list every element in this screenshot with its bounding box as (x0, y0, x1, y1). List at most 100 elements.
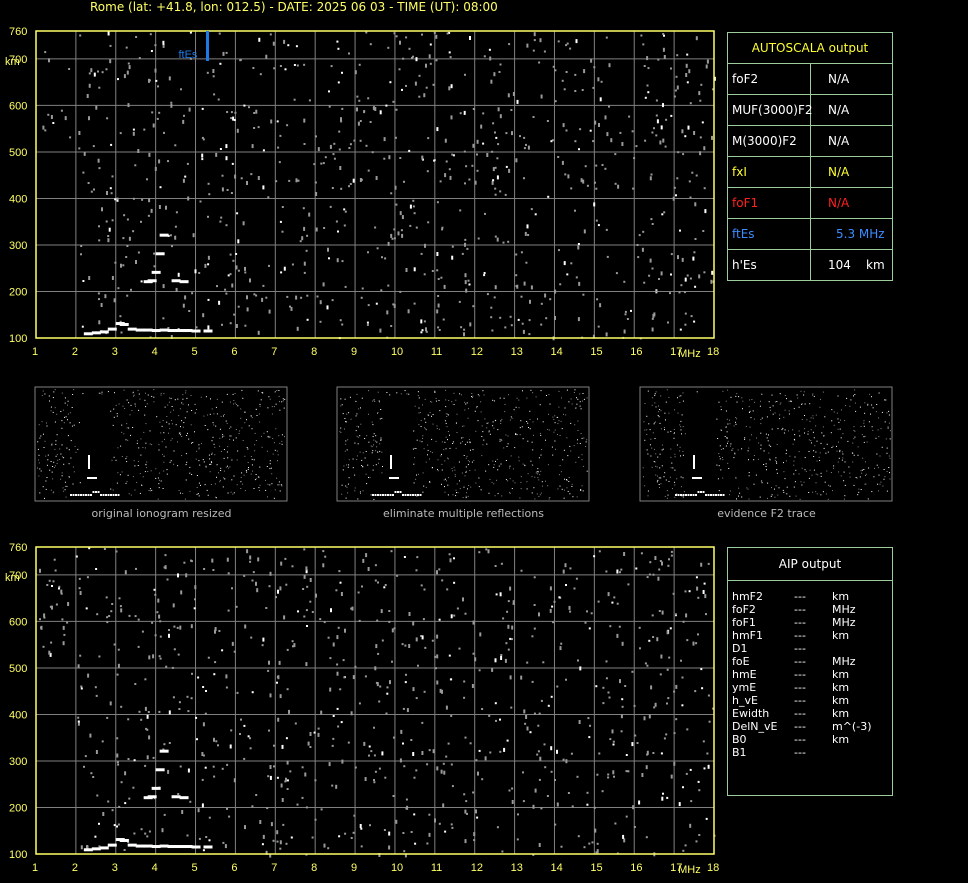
noise-dot (644, 139, 647, 142)
thumbnail-dot (142, 447, 144, 448)
noise-dot (533, 604, 536, 606)
thumbnail-dot (816, 493, 818, 495)
thumbnail-dot (221, 401, 223, 403)
thumbnail-dot (833, 467, 834, 469)
thumbnail-dot (833, 424, 835, 426)
noise-dot (286, 295, 289, 298)
noise-dot (701, 121, 704, 124)
thumbnail-dot (344, 418, 346, 419)
thumbnail-dot (766, 416, 768, 418)
noise-dot (261, 644, 264, 647)
thumbnail-dot (171, 406, 173, 407)
thumbnail-dot (42, 390, 44, 392)
noise-dot (613, 596, 616, 599)
noise-dot (269, 765, 272, 769)
noise-dot (92, 776, 95, 778)
thumbnail-dot (346, 464, 348, 466)
noise-dot (553, 600, 556, 603)
thumbnail-dot (888, 455, 890, 457)
noise-dot (208, 816, 211, 819)
thumbnail-dot (480, 401, 482, 403)
thumbnail-dot (259, 484, 261, 486)
noise-dot (657, 58, 660, 61)
thumbnail-trace (110, 494, 112, 496)
thumbnail-dot (64, 416, 65, 418)
noise-dot (490, 316, 493, 319)
noise-dot (341, 759, 344, 764)
thumbnail-dot (464, 401, 466, 403)
y-tick-label: 400 (9, 709, 27, 721)
noise-dot (388, 845, 391, 850)
noise-dot (542, 661, 545, 664)
noise-dot (281, 744, 284, 749)
y-tick-label: 300 (9, 756, 27, 768)
thumbnail-dot (250, 473, 252, 475)
thumbnail-dot (362, 490, 364, 492)
thumbnail-dot (255, 474, 257, 475)
noise-dot (495, 593, 498, 596)
thumbnail-dot (722, 390, 724, 392)
thumbnail-dot (844, 495, 846, 497)
thumbnail-dot (423, 448, 425, 450)
thumbnail-trace (712, 494, 715, 496)
thumbnail-dot (269, 484, 271, 486)
thumbnail-dot (209, 471, 211, 473)
noise-dot (407, 309, 410, 314)
thumbnail-dot (54, 465, 56, 467)
thumbnail-dot (722, 477, 724, 479)
noise-dot (683, 291, 686, 294)
noise-dot (97, 292, 100, 295)
thumbnail-dot (238, 433, 240, 434)
thumbnail-dot (674, 469, 676, 471)
noise-dot (290, 836, 293, 839)
noise-dot (623, 552, 626, 556)
thumbnail-dot (134, 465, 136, 467)
noise-dot (235, 265, 238, 270)
noise-dot (608, 63, 611, 68)
thumbnail-dot (563, 489, 565, 491)
thumbnail-dot (498, 465, 500, 467)
thumbnail-dot (810, 417, 812, 419)
thumbnail-dot (379, 418, 381, 420)
noise-dot (120, 263, 122, 268)
thumbnail-dot (160, 394, 162, 396)
thumbnail-dot (785, 453, 787, 455)
noise-dot (235, 605, 238, 608)
thumbnail-dot (665, 401, 667, 403)
thumbnail-dot (151, 444, 153, 446)
noise-dot (415, 57, 418, 62)
noise-dot (437, 303, 440, 308)
noise-dot (105, 220, 108, 223)
thumbnail-dot (170, 460, 172, 462)
thumbnail-dot (799, 435, 801, 437)
noise-dot (375, 644, 378, 649)
thumbnail-dot (808, 492, 810, 493)
thumbnail-dot (871, 404, 873, 406)
noise-dot (128, 797, 131, 800)
thumbnail-dot (356, 425, 358, 427)
thumbnail-dot (720, 429, 722, 431)
noise-dot (339, 581, 342, 584)
thumbnail-dot (355, 430, 357, 432)
noise-dot (427, 221, 430, 224)
noise-dot (283, 39, 286, 44)
noise-dot (384, 257, 387, 260)
thumbnail-dot (768, 452, 770, 454)
noise-dot (570, 187, 573, 190)
noise-dot (565, 584, 567, 586)
noise-dot (349, 143, 352, 146)
noise-dot (614, 182, 617, 185)
thumbnail-dot (207, 429, 209, 431)
thumbnail-dot (570, 398, 572, 400)
thumbnail-dot (765, 463, 767, 465)
noise-dot (161, 828, 164, 833)
noise-dot (286, 760, 289, 765)
noise-dot (575, 577, 578, 580)
noise-dot (464, 612, 467, 615)
thumbnail-dot (340, 405, 342, 407)
noise-dot (98, 320, 101, 325)
thumbnail-dot (167, 404, 169, 406)
thumbnail-dot (585, 446, 587, 447)
noise-dot (390, 233, 393, 238)
thumbnail-trace (100, 494, 102, 496)
